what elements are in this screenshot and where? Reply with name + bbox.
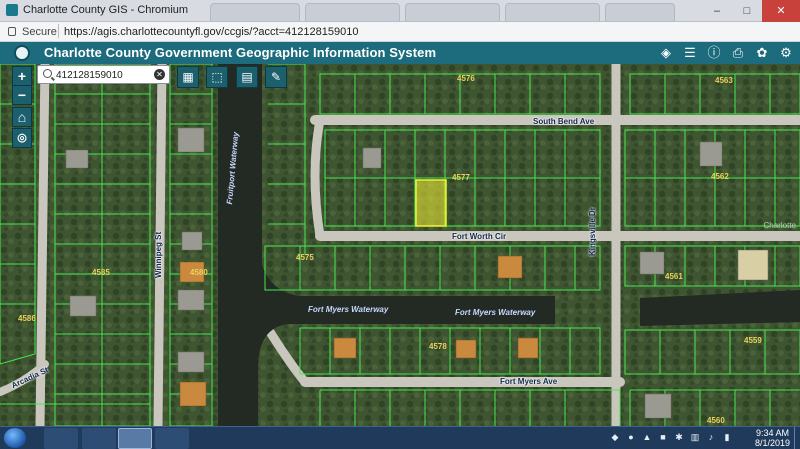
waterway-label: Fort Myers Waterway (455, 308, 536, 317)
print-icon[interactable]: ⎙ (730, 45, 746, 61)
browser-tab[interactable] (305, 3, 400, 21)
clock[interactable]: 9:34 AM 8/1/2019 (755, 428, 790, 448)
clear-search-icon[interactable]: ✕ (154, 69, 165, 80)
search-icon (43, 69, 52, 78)
block-label: 4576 (457, 74, 475, 83)
county-seal-icon (14, 45, 30, 61)
block-label: 4586 (18, 314, 36, 323)
block-label: 4575 (296, 253, 314, 262)
locate-icon: ◎ (17, 132, 27, 144)
tray-app-icon[interactable]: ▲ (642, 431, 652, 443)
browser-title-bar: Charlotte County GIS - Chromium – □ ✕ (0, 0, 800, 22)
window-title-text: Charlotte County GIS - Chromium (23, 4, 189, 16)
locate-button[interactable]: ◎ (12, 128, 32, 148)
road-label: South Bend Ave (533, 117, 595, 126)
app-header: Charlotte County Government Geographic I… (0, 42, 800, 64)
list-icon[interactable]: ☰ (682, 45, 698, 61)
app-title: Charlotte County Government Geographic I… (44, 45, 437, 60)
taskbar: ◆ ● ▲ ■ ✱ ▥ ♪ ▮ 9:34 AM 8/1/2019 (0, 426, 800, 449)
note-icon: ▤ (241, 70, 253, 84)
info-icon[interactable]: ⓘ (706, 45, 722, 61)
block-label: 4563 (715, 76, 733, 85)
site-favicon-icon (6, 4, 18, 16)
url-divider (58, 24, 59, 38)
block-label: 4559 (744, 336, 762, 345)
bluetooth-icon[interactable]: ✱ (674, 431, 684, 443)
zoom-in-button[interactable]: + (12, 66, 32, 86)
home-button[interactable]: ⌂ (12, 107, 32, 127)
waterway-label: Fort Myers Waterway (308, 305, 389, 314)
block-label: 4580 (190, 268, 208, 277)
ie-app[interactable] (82, 428, 116, 449)
select-area-icon: ⬚ (211, 70, 223, 84)
media-player-app[interactable] (44, 428, 78, 449)
block-label: 4578 (429, 342, 447, 351)
zoom-out-button[interactable]: − (12, 85, 32, 105)
road-label: Kingsville Dr (588, 207, 597, 256)
palette-icon[interactable]: ✿ (754, 45, 770, 61)
block-label: 4562 (711, 172, 729, 181)
window-controls: – □ ✕ (702, 0, 800, 22)
explorer-app[interactable] (155, 428, 189, 449)
block-label: 4560 (707, 416, 725, 425)
browser-tab[interactable] (505, 3, 600, 21)
secure-label: Secure (22, 26, 57, 38)
road-label: Fort Myers Ave (500, 377, 558, 386)
window-title: Charlotte County GIS - Chromium (6, 4, 188, 16)
block-label: 4585 (92, 268, 110, 277)
volume-icon[interactable]: ♪ (706, 431, 716, 443)
browser-tab[interactable] (210, 3, 300, 21)
show-desktop-button[interactable] (794, 427, 800, 449)
battery-icon[interactable]: ▮ (722, 431, 732, 443)
basemap-button[interactable]: ▦ (177, 66, 199, 88)
road-label: Fort Worth Cir (452, 232, 507, 241)
browser-tab[interactable] (605, 3, 675, 21)
tray-app-icon[interactable]: ◆ (610, 431, 620, 443)
app-toolbar: ◈ ☰ ⓘ ⎙ ✿ ⚙ (658, 45, 794, 61)
start-button[interactable] (4, 428, 26, 448)
browser-tab[interactable] (405, 3, 500, 21)
selected-parcel[interactable] (415, 179, 447, 227)
lock-icon (8, 27, 16, 36)
minimize-button[interactable]: – (702, 0, 732, 22)
settings-icon[interactable]: ⚙ (778, 45, 794, 61)
chromium-app[interactable] (118, 428, 152, 449)
search-input[interactable] (56, 68, 150, 82)
pencil-icon: ✎ (270, 70, 282, 84)
clock-date: 8/1/2019 (754, 438, 790, 448)
tray-app-icon[interactable]: ● (626, 431, 636, 443)
map-view[interactable]: 4576 4563 4577 4562 4575 4561 4585 4580 … (0, 64, 800, 426)
map-imagery (0, 64, 800, 426)
map-attribution: Charlotte (763, 221, 796, 230)
maximize-button[interactable]: □ (732, 0, 762, 22)
clock-time: 9:34 AM (755, 428, 789, 438)
screen: Charlotte County GIS - Chromium – □ ✕ Se… (0, 0, 800, 449)
block-label: 4561 (665, 272, 683, 281)
system-tray: ◆ ● ▲ ■ ✱ ▥ ♪ ▮ (610, 431, 732, 443)
search-box[interactable]: ✕ (37, 65, 170, 84)
select-button[interactable]: ⬚ (206, 66, 228, 88)
road-label: Winnipeg St (154, 231, 163, 278)
tray-app-icon[interactable]: ■ (658, 431, 668, 443)
draw-button[interactable]: ✎ (265, 66, 287, 88)
grid-icon: ▦ (182, 70, 194, 84)
address-bar[interactable]: Secure https://agis.charlottecountyfl.go… (0, 22, 800, 42)
url-text[interactable]: https://agis.charlottecountyfl.gov/ccgis… (64, 26, 358, 38)
block-label: 4577 (452, 173, 470, 182)
home-icon: ⌂ (17, 109, 27, 125)
notes-button[interactable]: ▤ (236, 66, 258, 88)
layers-icon[interactable]: ◈ (658, 45, 674, 61)
network-icon[interactable]: ▥ (690, 431, 700, 443)
close-button[interactable]: ✕ (762, 0, 800, 22)
